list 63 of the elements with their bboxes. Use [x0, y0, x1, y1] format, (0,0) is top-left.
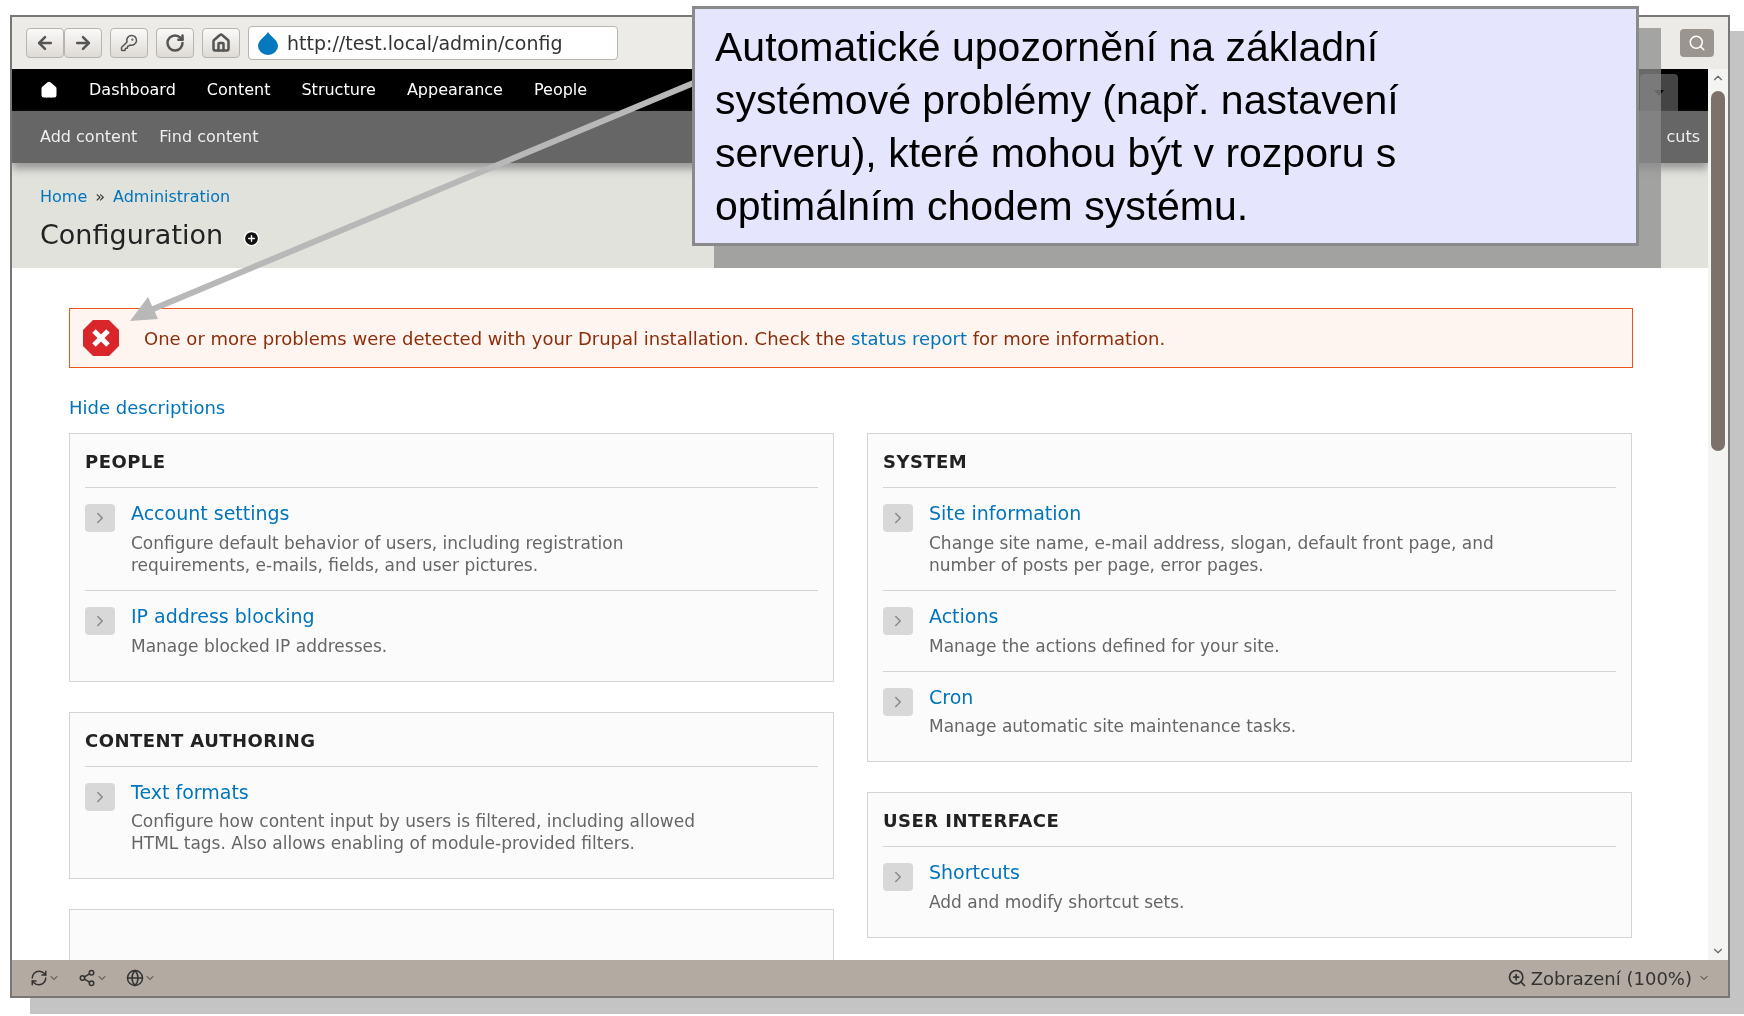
settings-link[interactable]: Cron: [929, 685, 1509, 710]
setting-description: Configure default behavior of users, including registration requirements, e-mails, fields, and user pictures.: [131, 531, 625, 576]
shortcut-link[interactable]: Find content: [159, 125, 259, 149]
panel-heading: CONTENT AUTHORING: [85, 726, 818, 767]
page-title: Configuration: [40, 218, 224, 252]
hide-descriptions-link[interactable]: Hide descriptions: [69, 394, 226, 421]
setting-description: Manage blocked IP addresses.: [131, 634, 389, 657]
settings-link[interactable]: Shortcuts: [929, 861, 1509, 885]
menu-link[interactable]: Dashboard: [89, 78, 176, 102]
settings-link[interactable]: Account settings: [131, 502, 711, 526]
zoom-icon: [1506, 968, 1527, 988]
home-button[interactable]: [202, 28, 240, 58]
menu-link[interactable]: Appearance: [406, 78, 503, 102]
globe-icon[interactable]: [126, 969, 144, 987]
chevron-icon: [85, 504, 115, 532]
reload-icon: [165, 33, 185, 53]
url-text: http://test.local/admin/config: [287, 30, 563, 56]
chevron-icon: [883, 687, 913, 716]
status-report-link[interactable]: status report: [851, 327, 967, 349]
search-icon[interactable]: [1680, 29, 1714, 57]
house-icon: [211, 33, 231, 53]
breadcrumb-separator: »: [95, 186, 106, 208]
breadcrumb-link[interactable]: Administration: [113, 185, 231, 209]
address-field[interactable]: http://test.local/admin/config: [248, 26, 618, 60]
share-icon[interactable]: [78, 969, 96, 987]
error-icon: [82, 319, 120, 357]
error-text: One or more problems were detected with your Drupal installation. Check the status report for more information.: [144, 326, 1166, 351]
setting-description: Change site name, e-mail address, slogan, default front page, and number of posts per page, error pages.: [929, 531, 1495, 576]
forward-button[interactable]: [64, 28, 102, 58]
chevron-icon: [883, 863, 913, 892]
settings-link[interactable]: IP address blocking: [131, 604, 711, 629]
shortcut-link[interactable]: cuts: [1666, 125, 1700, 149]
menu-link[interactable]: People: [533, 78, 588, 102]
drop-logo-icon: [257, 31, 279, 55]
menu-link[interactable]: Structure: [301, 78, 376, 102]
forward-arrow-icon: [73, 33, 93, 53]
add-shortcut-icon[interactable]: [243, 229, 261, 247]
scroll-thumb[interactable]: [1711, 91, 1725, 451]
shortcut-link[interactable]: Add content: [40, 125, 138, 149]
setting-description: Configure how content input by users is filtered, including allowed HTML tags. Also allows enabling of module-provided filters.: [131, 810, 696, 855]
panel-heading: USER INTERFACE: [883, 807, 1616, 848]
menu-link[interactable]: Content: [206, 78, 271, 102]
reload-button[interactable]: [156, 28, 194, 58]
setting-description: Manage the actions defined for your site.: [929, 634, 1281, 657]
settings-link[interactable]: Actions: [929, 604, 1509, 629]
key-button[interactable]: [110, 28, 148, 58]
back-button[interactable]: [26, 28, 64, 58]
setting-description: Manage automatic site maintenance tasks.: [929, 715, 1298, 738]
panel-heading: SYSTEM: [883, 448, 1616, 488]
settings-link[interactable]: Site information: [929, 502, 1509, 526]
breadcrumb-link[interactable]: Home: [40, 185, 88, 209]
zoom-level[interactable]: Zobrazení (100%): [1530, 964, 1692, 992]
chevron-icon: [883, 504, 913, 532]
setting-description: Add and modify shortcut sets.: [929, 891, 1186, 913]
sync-icon[interactable]: [30, 969, 48, 987]
chevron-icon: [883, 606, 913, 635]
chevron-icon: [85, 606, 115, 635]
settings-link[interactable]: Text formats: [131, 780, 711, 805]
key-icon: [120, 34, 138, 52]
home-icon[interactable]: [40, 81, 58, 99]
chevron-icon: [85, 782, 115, 811]
callout-text: Automatické upozornění na základní systémové problémy (např. nastavení serveru), které mohou být v rozporu s optimálním chodem systému.: [715, 23, 1400, 231]
panel-heading: PEOPLE: [85, 448, 818, 488]
